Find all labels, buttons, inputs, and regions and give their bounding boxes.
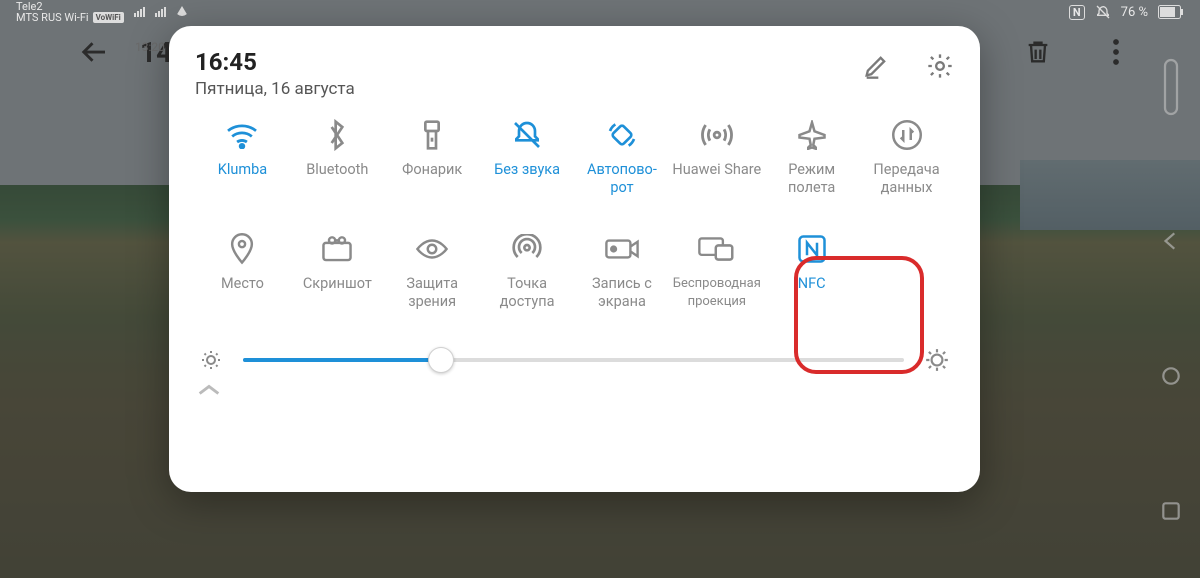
trash-icon[interactable]	[1024, 37, 1052, 67]
nav-volume-icon[interactable]	[1161, 57, 1181, 117]
tile-wireless-projection[interactable]: Беспроводная проекция	[669, 231, 764, 321]
panel-handle[interactable]	[195, 383, 954, 397]
wifi-status-icon	[176, 6, 188, 16]
wifi-icon	[225, 121, 259, 149]
brightness-slider[interactable]	[243, 358, 904, 362]
nav-back-icon[interactable]	[1160, 230, 1182, 252]
vowifi-badge: VoWiFi	[93, 12, 124, 23]
back-icon[interactable]	[80, 37, 110, 67]
nav-recent-icon[interactable]	[1160, 500, 1182, 522]
eye-icon	[415, 237, 449, 261]
tile-screen-record[interactable]: Запись с экрана	[575, 231, 670, 321]
tile-location[interactable]: Место	[195, 231, 290, 321]
airplane-icon	[797, 120, 827, 150]
tile-label: Без звука	[494, 161, 560, 179]
gear-icon[interactable]	[926, 52, 954, 80]
tile-label: Скриншот	[303, 275, 372, 293]
location-icon	[229, 233, 255, 265]
more-icon[interactable]	[1112, 37, 1120, 67]
system-nav-rail	[1148, 0, 1194, 578]
screenrecord-icon	[604, 236, 640, 262]
chevron-up-icon	[195, 383, 223, 397]
tile-label: Фонарик	[402, 161, 462, 179]
data-icon	[892, 120, 922, 150]
tile-nfc[interactable]: NFC	[764, 231, 859, 321]
brightness-fill	[243, 358, 441, 362]
share-icon	[700, 120, 734, 150]
tile-label: Беспроводная проекция	[671, 275, 763, 311]
tile-airplane[interactable]: Режим полета	[764, 117, 859, 207]
nav-home-icon[interactable]	[1160, 365, 1182, 387]
brightness-low-icon	[199, 348, 223, 372]
tile-label: Защита зрения	[386, 275, 478, 311]
tile-eye-comfort[interactable]: Защита зрения	[385, 231, 480, 321]
tile-huawei-share[interactable]: Huawei Share	[669, 117, 764, 207]
mute-icon	[511, 119, 543, 151]
panel-date: Пятница, 16 августа	[195, 79, 355, 99]
autorotate-icon	[606, 119, 638, 151]
edit-icon[interactable]	[862, 52, 890, 80]
hotspot-icon	[511, 234, 543, 264]
tile-label: Передача данных	[861, 161, 953, 197]
tile-label: Bluetooth	[306, 161, 368, 179]
tile-mobile-data[interactable]: Передача данных	[859, 117, 954, 207]
cast-icon	[697, 235, 737, 263]
signal-bars-2-icon	[155, 7, 166, 17]
tiles-grid: Klumba Bluetooth Фонарик Без звука Автоп…	[195, 117, 954, 321]
flashlight-icon	[420, 119, 444, 151]
signal-bars-1-icon	[134, 7, 145, 17]
app-subtitle: 13:20	[135, 40, 165, 54]
quick-settings-panel: 16:45 Пятница, 16 августа Klumba Bluetoo…	[169, 26, 980, 492]
screenshot-icon	[321, 235, 353, 263]
panel-time: 16:45	[195, 48, 355, 76]
brightness-control	[195, 347, 954, 373]
tile-screenshot[interactable]: Скриншот	[290, 231, 385, 321]
tile-label: Место	[221, 275, 264, 293]
tile-autorotate[interactable]: Автопово-рот	[575, 117, 670, 207]
tile-label: Режим полета	[766, 161, 858, 197]
brightness-high-icon	[924, 347, 950, 373]
bluetooth-icon	[326, 119, 348, 151]
tile-wifi[interactable]: Klumba	[195, 117, 290, 207]
tile-bluetooth[interactable]: Bluetooth	[290, 117, 385, 207]
tile-mute[interactable]: Без звука	[480, 117, 575, 207]
tile-label: Klumba	[218, 161, 267, 179]
tile-label: NFC	[798, 275, 826, 293]
battery-text: 76 %	[1121, 5, 1148, 20]
brightness-thumb[interactable]	[428, 347, 454, 373]
tile-label: Запись с экрана	[576, 275, 668, 311]
tile-flashlight[interactable]: Фонарик	[385, 117, 480, 207]
tile-hotspot[interactable]: Точка доступа	[480, 231, 575, 321]
mute-status-icon	[1095, 4, 1111, 20]
tile-label: Huawei Share	[672, 161, 761, 179]
status-bar: Tele2 MTS RUS Wi-Fi VoWiFi N 76 %	[0, 0, 1200, 24]
nfc-icon	[797, 234, 827, 264]
tile-label: Точка доступа	[481, 275, 573, 311]
tile-label: Автопово-рот	[576, 161, 668, 197]
carrier-2: MTS RUS Wi-Fi	[16, 12, 89, 23]
nfc-status-icon: N	[1069, 5, 1085, 20]
